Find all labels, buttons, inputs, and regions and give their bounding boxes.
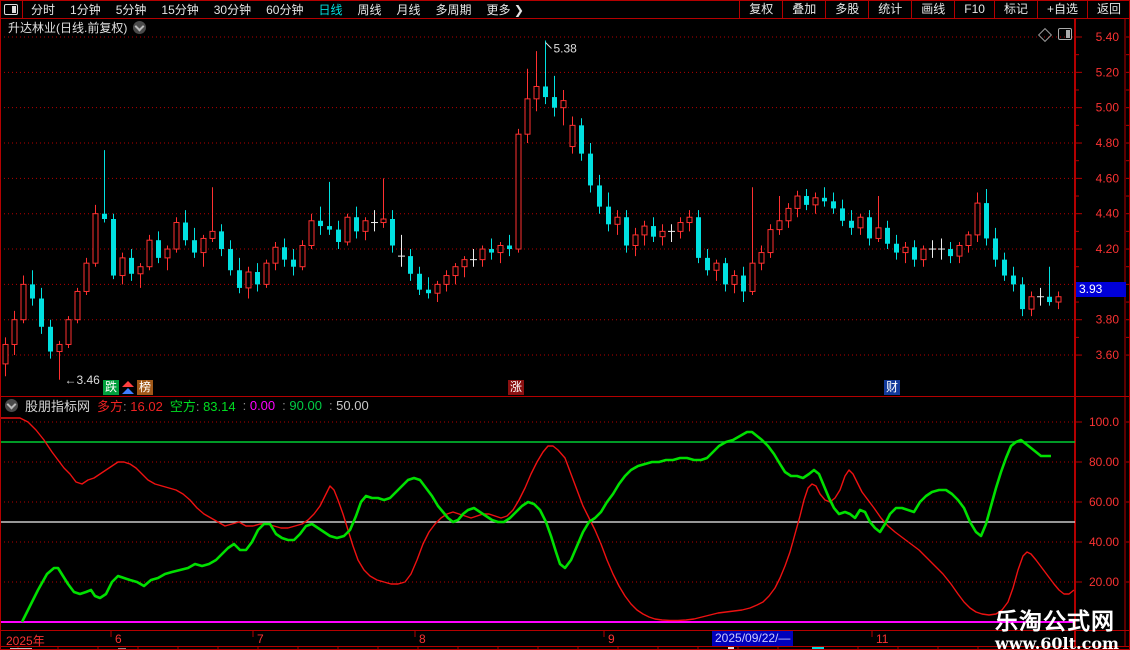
period-tab-11[interactable]: 更多 ❯ [487,1,524,18]
overlay-badge-涨[interactable]: 涨 [508,380,525,395]
period-tab-6[interactable]: 60分钟 [266,1,303,18]
period-tab-10[interactable]: 多周期 [436,1,472,18]
toolbar-action-2[interactable]: 叠加 [782,0,825,18]
x-axis-label: 8 [419,632,426,646]
ranking-logo-icon[interactable] [122,381,134,394]
indicator-name[interactable]: 股朋指标网 [25,396,90,415]
indicator-value-50.00: : 50.00 [328,397,369,413]
watermark: 乐淘公式网 www.60lt.com [995,602,1119,650]
period-tab-9[interactable]: 月线 [397,1,421,18]
last-price-tag: 3.93 [1076,282,1126,297]
svg-text:5.40: 5.40 [1096,30,1120,44]
x-axis-label: 2025年 [6,634,45,648]
indicator-value-90.00: : 90.00 [282,397,322,413]
chart-canvas: 5.40 5.20 5.00 4.80 4.60 4.40 4.20 3.80 3.60 5.38… [0,18,1130,650]
svg-text:40.00: 40.00 [1089,535,1119,549]
layout-icon-cell[interactable] [0,0,23,18]
window-panes-icon [4,3,18,15]
toolbar-action-6[interactable]: F10 [954,0,994,18]
toolbar-action-5[interactable]: 画线 [911,0,954,18]
svg-text:3.60: 3.60 [1096,348,1120,362]
svg-text:4.80: 4.80 [1096,136,1120,150]
overlay-badge-榜[interactable]: 榜 [137,380,154,395]
svg-text:5.00: 5.00 [1096,101,1120,115]
chevron-down-icon[interactable] [133,21,147,34]
overlay-badge-跌[interactable]: 跌 [103,380,120,395]
x-axis-date-highlight: 2025/09/22/— [712,631,794,646]
toolbar-actions: 复权 叠加 多股 统计 画线 F10 标记 +自选 返回 [739,0,1130,18]
svg-text:4.40: 4.40 [1096,207,1120,221]
period-tab-5[interactable]: 30分钟 [214,1,251,18]
svg-text:5.20: 5.20 [1096,65,1120,79]
app-window: 5.40 5.20 5.00 4.80 4.60 4.40 4.20 3.80 3.60 5.38… [0,0,1130,650]
period-tab-3[interactable]: 5分钟 [116,1,147,18]
indicator-value-0.00: : 0.00 [242,397,276,413]
x-axis-label: 7 [257,632,264,646]
svg-text:60.00: 60.00 [1089,495,1119,509]
x-axis-label: 11 [876,632,889,646]
toolbar-action-9[interactable]: 返回 [1086,0,1130,18]
toolbar-action-1[interactable]: 复权 [739,0,782,18]
svg-text:4.20: 4.20 [1096,242,1120,256]
overlay-badge-财[interactable]: 财 [884,380,901,395]
indicator-value-空方: 空方: 83.14 [169,398,236,414]
period-tab-1[interactable]: 分时 [31,1,55,18]
period-tab-8[interactable]: 周线 [357,1,381,18]
period-tab-2[interactable]: 1分钟 [70,1,101,18]
title-bar: 升达林业(日线.前复权) [8,19,147,36]
period-tabs: 分时 1分钟 5分钟 15分钟 30分钟 60分钟 日线 周线 月线 多周期 更多 ❯ [23,1,739,18]
svg-text:3.80: 3.80 [1096,313,1120,327]
svg-text:100.0: 100.0 [1089,415,1119,429]
toolbar-action-4[interactable]: 统计 [868,0,911,18]
toolbar-action-3[interactable]: 多股 [825,0,868,18]
indicator-value-多方: 多方: 16.02 [97,398,163,414]
top-toolbar: 分时 1分钟 5分钟 15分钟 30分钟 60分钟 日线 周线 月线 多周期 更多 ❯ 复权 叠加 多股… [0,0,1130,18]
x-axis-label: 6 [115,632,122,646]
toolbar-action-7[interactable]: 标记 [993,0,1037,18]
svg-text:5.38: 5.38 [554,42,578,56]
watermark-url: www.60lt.com [995,634,1119,650]
svg-text:20.00: 20.00 [1089,575,1119,589]
period-tab-4[interactable]: 15分钟 [161,1,198,18]
period-tab-7[interactable]: 日线 [318,1,342,18]
watermark-site-name: 乐淘公式网 [995,608,1115,634]
split-pane-icon[interactable] [1058,28,1072,40]
page-title[interactable]: 升达林业(日线.前复权) [8,19,127,36]
svg-text:←3.46: ←3.46 [65,373,101,387]
svg-text:4.60: 4.60 [1096,171,1120,185]
indicator-header: 股朋指标网 多方: 16.02 空方: 83.14 : 0.00 : 90.00 : 5… [5,396,369,415]
indicator-chevron-icon[interactable] [5,398,18,412]
svg-text:80.00: 80.00 [1089,455,1119,469]
x-axis-label: 9 [608,632,615,646]
toolbar-action-8[interactable]: +自选 [1036,0,1087,18]
